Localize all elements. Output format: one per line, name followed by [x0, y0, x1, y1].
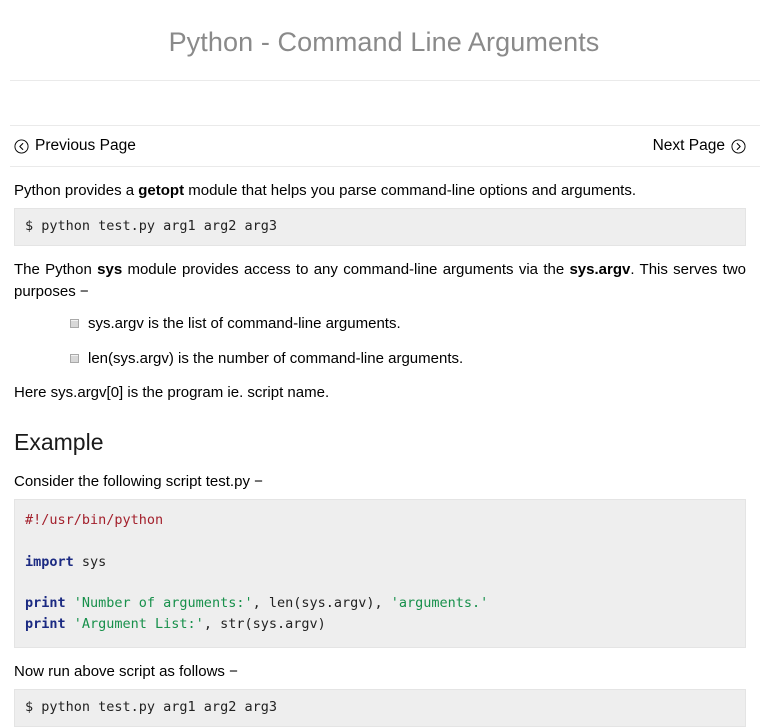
- code-string-argument-list: 'Argument List:': [65, 616, 204, 633]
- code-module-sys: sys: [73, 553, 107, 570]
- code-keyword-print-2: print: [25, 616, 66, 633]
- next-page-label: Next Page: [652, 137, 725, 155]
- code-keyword-print-1: print: [25, 595, 66, 612]
- python-script-block: #!/usr/bin/python import sys print 'Numb…: [14, 498, 746, 649]
- list-item: sys.argv is the list of command-line arg…: [70, 313, 746, 334]
- page-root: Python - Command Line Arguments Previous…: [0, 0, 768, 727]
- terminal-command-2: $ python test.py arg1 arg2 arg3: [25, 698, 277, 715]
- code-expr-len-sysargv: , len(sys.argv),: [252, 595, 391, 612]
- intro-paragraph: Python provides a getopt module that hel…: [14, 180, 746, 202]
- previous-page-link[interactable]: Previous Page: [14, 137, 136, 155]
- sys-bold-sysargv: sys.argv: [569, 261, 631, 279]
- intro-text-before: Python provides a: [14, 182, 139, 200]
- example-heading: Example: [14, 429, 104, 456]
- chevron-right-circle-icon: [731, 139, 746, 154]
- intro-text-after: module that helps you parse command-line…: [184, 182, 637, 200]
- divider-below-nav: [10, 166, 760, 168]
- pagination-nav: Previous Page Next Page: [0, 126, 768, 166]
- run-note: Now run above script as follows −: [14, 663, 238, 681]
- code-string-number-of-arguments: 'Number of arguments:': [65, 595, 253, 612]
- article-content: Python provides a getopt module that hel…: [0, 180, 768, 727]
- sys-bold-sys: sys: [97, 261, 123, 279]
- ad-slot-area: [0, 81, 768, 125]
- page-title: Python - Command Line Arguments: [168, 27, 600, 57]
- previous-page-label: Previous Page: [35, 137, 136, 155]
- chevron-left-circle-icon: [14, 139, 29, 154]
- sys-text-part2: module provides access to any command-li…: [122, 261, 570, 279]
- sys-module-paragraph: The Python sys module provides access to…: [14, 259, 746, 303]
- code-keyword-import: import: [25, 553, 74, 570]
- list-item: len(sys.argv) is the number of command-l…: [70, 348, 746, 369]
- next-page-link[interactable]: Next Page: [653, 137, 746, 155]
- code-comment-shebang: #!/usr/bin/python: [25, 511, 164, 528]
- sys-text-part1: The Python: [14, 261, 98, 279]
- argv-zero-note: Here sys.argv[0] is the program ie. scri…: [14, 383, 330, 401]
- code-string-arguments: 'arguments.': [390, 595, 489, 612]
- purposes-list: sys.argv is the list of command-line arg…: [14, 313, 746, 369]
- intro-bold-getopt: getopt: [138, 182, 185, 200]
- consider-note: Consider the following script test.py −: [14, 472, 263, 490]
- terminal-command-1: $ python test.py arg1 arg2 arg3: [25, 218, 277, 235]
- code-expr-str-sysargv: , str(sys.argv): [203, 616, 326, 633]
- terminal-command-block-1: $ python test.py arg1 arg2 arg3: [14, 208, 746, 247]
